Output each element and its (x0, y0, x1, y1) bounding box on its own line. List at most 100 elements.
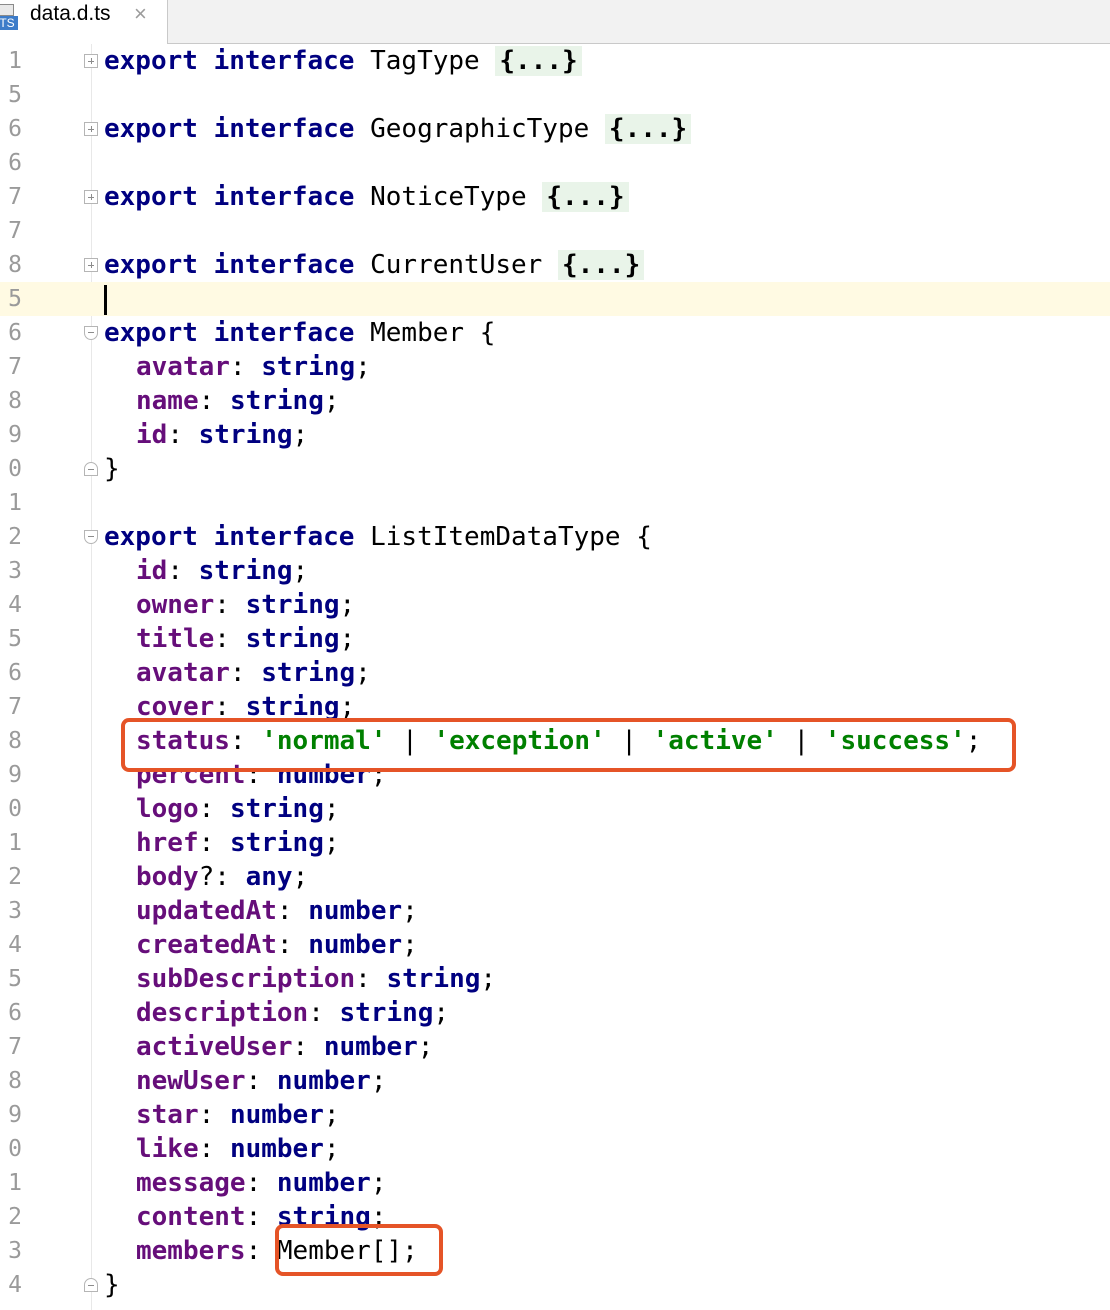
code-line[interactable]: 3 id: string; (0, 554, 1110, 588)
code-token: : (245, 1066, 277, 1096)
code-line[interactable]: 2 export interface ListItemDataType { (0, 520, 1110, 554)
code-token: id (136, 556, 168, 586)
code-token: : (245, 1168, 277, 1198)
code-line[interactable]: 6 export interface GeographicType {...} (0, 112, 1110, 146)
code-line[interactable]: 6 avatar: string; (0, 656, 1110, 690)
code-text: } (104, 1268, 120, 1302)
code-text: avatar: string; (136, 350, 371, 384)
tab-data-d-ts[interactable]: TS data.d.ts × (0, 0, 168, 44)
code-line[interactable]: 9 star: number; (0, 1098, 1110, 1132)
code-line[interactable]: 3 members: Member[]; (0, 1234, 1110, 1268)
code-token: subDescription (136, 964, 356, 994)
code-token: number (229, 1100, 324, 1130)
code-line[interactable]: 2 body?: any; (0, 860, 1110, 894)
code-line[interactable]: 6 export interface Member { (0, 316, 1110, 350)
code-line[interactable]: 1 (0, 486, 1110, 520)
code-token: string (198, 420, 293, 450)
code-token: message (136, 1168, 246, 1198)
text-caret (104, 284, 107, 315)
code-line[interactable]: 0 like: number; (0, 1132, 1110, 1166)
code-token: } (104, 1270, 120, 1300)
line-number: 6 (8, 116, 22, 142)
code-token: {...} (604, 114, 692, 144)
line-number: 1 (8, 830, 22, 856)
code-token: ; (323, 1100, 340, 1130)
line-number: 9 (8, 1102, 22, 1128)
collapse-fold-icon[interactable] (84, 530, 98, 544)
code-line[interactable]: 1 href: string; (0, 826, 1110, 860)
code-token: number (308, 930, 403, 960)
code-line[interactable]: 4} (0, 1268, 1110, 1302)
code-token: string (261, 658, 356, 688)
code-token: body (136, 862, 199, 892)
code-token: : (167, 420, 199, 450)
code-token: export (104, 318, 198, 348)
code-token: number (323, 1032, 418, 1062)
code-line[interactable]: 4 owner: string; (0, 588, 1110, 622)
line-number: 9 (8, 762, 22, 788)
code-line[interactable]: 5 subDescription: string; (0, 962, 1110, 996)
code-text: export interface TagType {...} (104, 44, 582, 78)
code-editor[interactable]: 1 export interface TagType {...} 5 6 export … (0, 44, 1110, 1310)
code-line[interactable]: 5 title: string; (0, 622, 1110, 656)
code-line[interactable]: 0} (0, 452, 1110, 486)
status-highlight-box (121, 718, 1016, 772)
close-icon[interactable]: × (134, 0, 147, 30)
code-line[interactable]: 1 export interface TagType {...} (0, 44, 1110, 78)
code-token: ; (402, 930, 418, 960)
code-token: number (276, 1168, 371, 1198)
code-line[interactable]: 6 (0, 146, 1110, 180)
code-line[interactable]: 2 content: string; (0, 1200, 1110, 1234)
code-token: description (136, 998, 309, 1028)
line-number: 1 (8, 48, 22, 74)
code-token: GeographicType (354, 114, 605, 144)
expand-fold-icon[interactable] (84, 122, 98, 136)
code-line[interactable]: 3 updatedAt: number; (0, 894, 1110, 928)
code-line[interactable]: 0 logo: string; (0, 792, 1110, 826)
line-number: 3 (8, 898, 22, 924)
code-text: newUser: number; (136, 1064, 386, 1098)
code-token: : (198, 828, 230, 858)
code-token: : (355, 964, 387, 994)
expand-fold-icon[interactable] (84, 54, 98, 68)
code-token: string (229, 828, 324, 858)
code-line[interactable]: 6 description: string; (0, 996, 1110, 1030)
expand-fold-icon[interactable] (84, 258, 98, 272)
code-text: owner: string; (136, 588, 355, 622)
code-line[interactable]: 7 avatar: string; (0, 350, 1110, 384)
collapse-fold-icon[interactable] (84, 462, 98, 476)
expand-fold-icon[interactable] (84, 190, 98, 204)
code-line[interactable]: 9 id: string; (0, 418, 1110, 452)
code-line[interactable]: 8 export interface CurrentUser {...} (0, 248, 1110, 282)
code-line[interactable]: 8 newUser: number; (0, 1064, 1110, 1098)
code-text: description: string; (136, 996, 449, 1030)
line-number: 5 (8, 966, 22, 992)
collapse-fold-icon[interactable] (84, 1278, 98, 1292)
code-line[interactable]: 1 message: number; (0, 1166, 1110, 1200)
code-token: updatedAt (136, 896, 277, 926)
code-token: : (276, 896, 309, 926)
code-token: export (104, 250, 198, 280)
line-number: 7 (8, 694, 22, 720)
code-line[interactable]: 7 (0, 214, 1110, 248)
code-token: content (136, 1202, 246, 1232)
code-text: id: string; (136, 418, 308, 452)
code-token: ; (480, 964, 497, 994)
line-number: 3 (8, 1238, 22, 1264)
line-number: 1 (8, 1170, 22, 1196)
code-line[interactable]: 5 (0, 78, 1110, 112)
code-line[interactable]: 7 activeUser: number; (0, 1030, 1110, 1064)
collapse-fold-icon[interactable] (84, 326, 98, 340)
code-text: export interface ListItemDataType { (104, 520, 652, 554)
code-line[interactable]: 8 name: string; (0, 384, 1110, 418)
code-token: string (386, 964, 481, 994)
code-token: string (261, 352, 356, 382)
code-line[interactable]: 4 createdAt: number; (0, 928, 1110, 962)
code-line[interactable]: 5 (0, 282, 1110, 316)
code-token: avatar (136, 658, 230, 688)
members-type-highlight-box (275, 1224, 443, 1276)
code-line[interactable]: 7 export interface NoticeType {...} (0, 180, 1110, 214)
